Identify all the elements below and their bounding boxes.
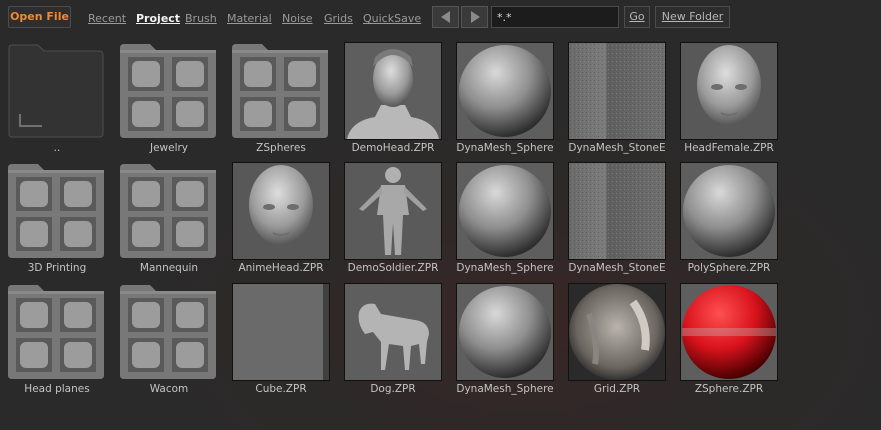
file-tile-label: DynaMesh_Sphere [456,142,554,154]
file-tile-label: Dog.ZPR [370,383,416,395]
file-tile[interactable]: .. [8,42,106,160]
tab-project[interactable]: Project [136,10,180,27]
file-tile-label: .. [53,142,61,154]
sphere-thumbnail [680,162,778,260]
file-tile[interactable]: DynaMesh_Sphere [456,42,554,160]
head-thumbnail [680,42,778,140]
file-tile-label: ZSphere.ZPR [694,383,764,395]
figure-thumbnail [344,162,442,260]
file-tile[interactable]: ZSpheres [232,42,330,160]
file-tile-label: 3D Printing [27,262,87,274]
file-tile[interactable]: Cube.ZPR [232,283,330,401]
file-tile-label: AnimeHead.ZPR [238,262,324,274]
file-tile-label: Wacom [149,383,189,395]
sphere-thumbnail [456,162,554,260]
head-thumbnail [232,162,330,260]
tab-grids[interactable]: Grids [324,10,353,27]
file-tile-label: DynaMesh_Sphere [456,383,554,395]
back-button[interactable] [432,6,459,28]
folder-icon [8,162,104,258]
dog-thumbnail [344,283,442,381]
file-tile[interactable]: Mannequin [120,162,218,280]
tab-quicksave[interactable]: QuickSave [363,10,421,27]
new-folder-button[interactable]: New Folder [655,6,730,28]
sphere-thumbnail [456,42,554,140]
file-tile-label: Jewelry [149,142,189,154]
file-tile[interactable]: DynaMesh_StoneE [568,162,666,280]
file-tile[interactable]: ZSphere.ZPR [680,283,778,401]
arrow-left-icon [440,11,450,23]
folder-icon [120,283,216,379]
file-tile-label: Cube.ZPR [255,383,307,395]
file-filter-input[interactable] [491,6,619,28]
sphere-thumbnail [456,283,554,381]
arrow-right-icon [470,11,480,23]
tab-brush[interactable]: Brush [185,10,217,27]
parent-folder-icon [8,42,104,138]
zsphere-thumbnail [680,283,778,381]
file-tile-label: DynaMesh_Sphere [456,262,554,274]
file-tile-label: Mannequin [139,262,199,274]
file-tile-label: PolySphere.ZPR [687,262,771,274]
file-tile[interactable]: DynaMesh_Sphere [456,283,554,401]
file-tile[interactable]: Dog.ZPR [344,283,442,401]
file-tile[interactable]: Grid.ZPR [568,283,666,401]
forward-button[interactable] [461,6,488,28]
file-browser-toolbar: Open File Recent Project Brush Material … [0,0,881,36]
folder-icon [8,283,104,379]
file-tile[interactable]: Wacom [120,283,218,401]
file-tile[interactable]: DynaMesh_Sphere [456,162,554,280]
tab-material[interactable]: Material [227,10,272,27]
folder-icon [120,162,216,258]
file-tile-label: Head planes [24,383,90,395]
file-tile-label: Grid.ZPR [593,383,641,395]
folder-icon [232,42,328,138]
tab-noise[interactable]: Noise [282,10,313,27]
file-tile-label: ZSpheres [256,142,306,154]
file-tile[interactable]: HeadFemale.ZPR [680,42,778,160]
file-tile[interactable]: 3D Printing [8,162,106,280]
cube-thumbnail [232,283,330,381]
file-tile[interactable]: AnimeHead.ZPR [232,162,330,280]
file-tile[interactable]: DemoHead.ZPR [344,42,442,160]
file-tile[interactable]: DynaMesh_StoneE [568,42,666,160]
grid-sphere-thumbnail [568,283,666,381]
go-button[interactable]: Go [624,6,650,28]
bust-thumbnail [344,42,442,140]
file-tile[interactable]: PolySphere.ZPR [680,162,778,280]
file-tile-label: DynaMesh_StoneE [568,142,666,154]
file-tile[interactable]: Head planes [8,283,106,401]
file-tile-label: HeadFemale.ZPR [684,142,774,154]
file-tile[interactable]: DemoSoldier.ZPR [344,162,442,280]
file-tile-label: DynaMesh_StoneE [568,262,666,274]
folder-icon [120,42,216,138]
file-tile[interactable]: Jewelry [120,42,218,160]
stone-thumbnail [568,42,666,140]
stone-thumbnail [568,162,666,260]
tab-recent[interactable]: Recent [88,10,126,27]
file-tile-label: DemoSoldier.ZPR [347,262,439,274]
open-file-button[interactable]: Open File [8,6,71,28]
file-tile-label: DemoHead.ZPR [351,142,435,154]
